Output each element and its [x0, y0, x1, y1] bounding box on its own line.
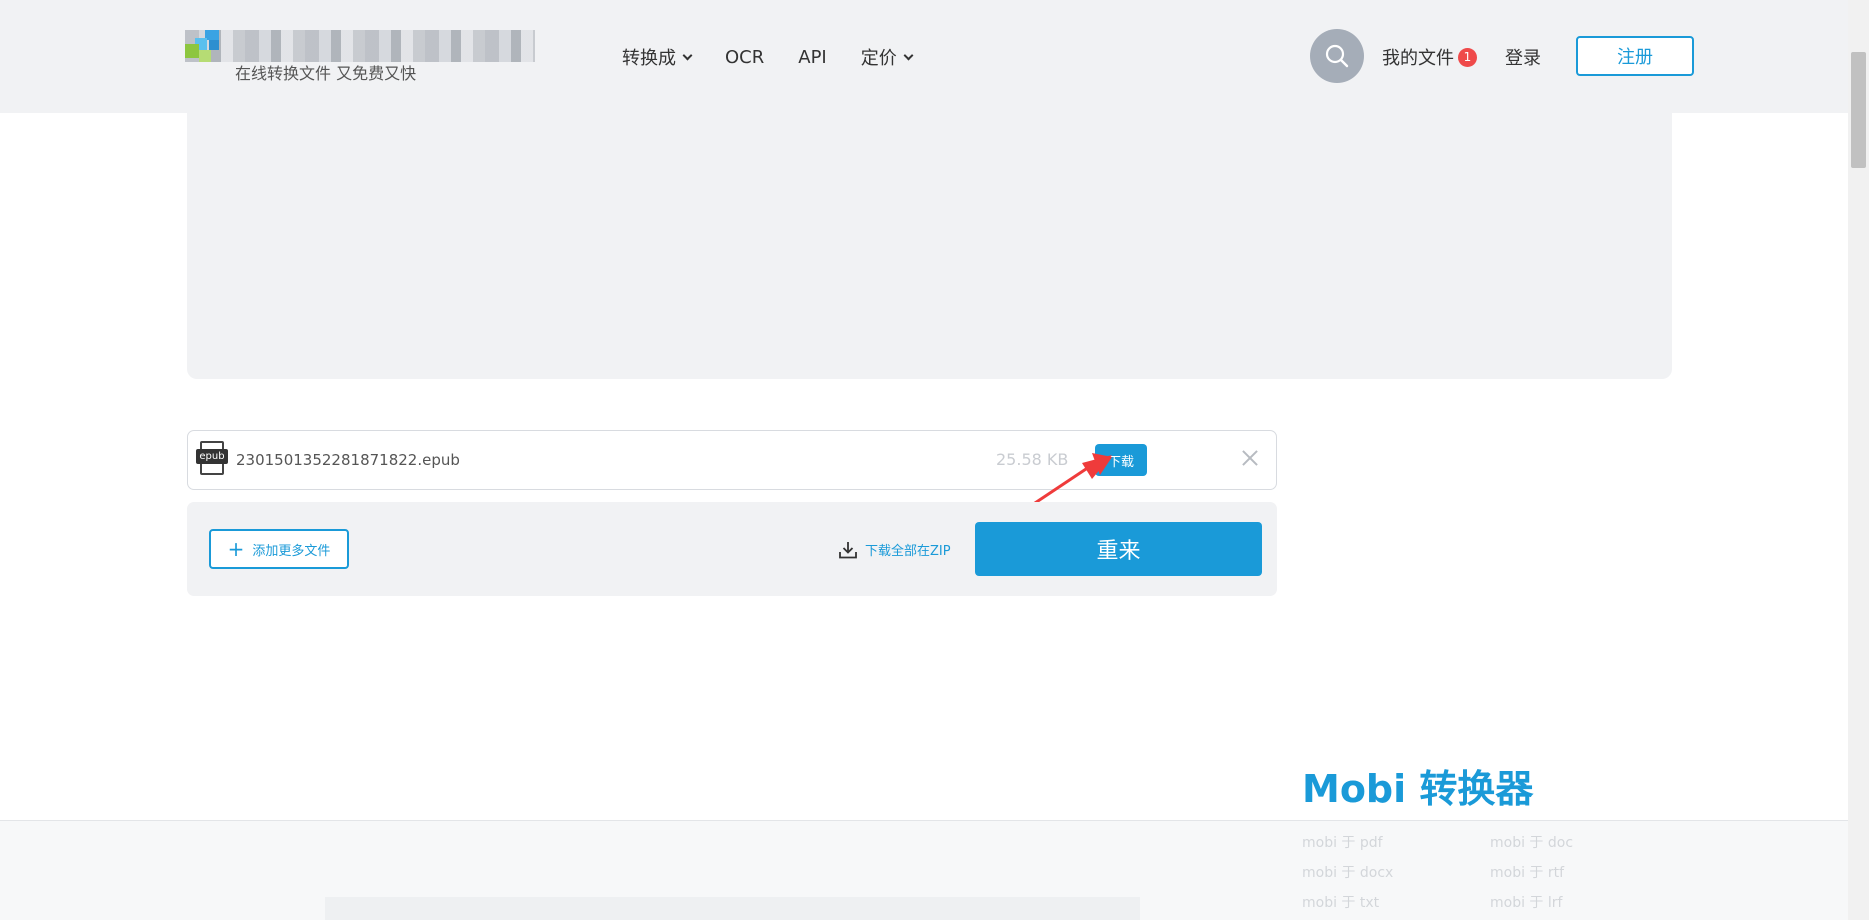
chevron-down-icon	[682, 50, 693, 60]
remove-file-icon[interactable]	[1239, 447, 1261, 469]
download-zip-label: 下载全部在ZIP	[865, 544, 951, 559]
upload-drop-area[interactable]	[187, 113, 1672, 379]
restart-button[interactable]: 重来	[975, 522, 1262, 576]
converter-link[interactable]: mobi 于 docx	[1302, 862, 1393, 882]
logo-icon	[185, 30, 230, 70]
download-zip-link[interactable]: 下载全部在ZIP	[839, 540, 951, 559]
chevron-down-icon	[903, 50, 914, 60]
page-scrollbar[interactable]	[1848, 0, 1869, 920]
nav-convert-to-label: 转换成	[622, 48, 676, 69]
add-more-files-button[interactable]: + 添加更多文件	[209, 529, 349, 569]
epub-file-icon: epub	[196, 441, 228, 477]
footer-strip	[325, 897, 1140, 920]
converter-link[interactable]: mobi 于 rtf	[1490, 862, 1564, 882]
logo-tagline: 在线转换文件 又免费又快	[235, 64, 417, 83]
nav-api-label: API	[798, 46, 827, 68]
logo-blurred-wordmark	[185, 30, 535, 62]
converter-link[interactable]: mobi 于 txt	[1302, 892, 1379, 912]
converter-link[interactable]: mobi 于 doc	[1490, 832, 1573, 852]
search-icon	[1325, 44, 1349, 68]
login-link[interactable]: 登录	[1505, 44, 1541, 70]
download-icon	[839, 541, 857, 558]
nav-convert-to[interactable]: 转换成	[622, 44, 693, 70]
scrollbar-thumb[interactable]	[1851, 52, 1866, 168]
site-logo[interactable]: 在线转换文件 又免费又快	[185, 30, 535, 83]
main-nav: 转换成 OCR API 定价	[622, 44, 946, 70]
nav-pricing[interactable]: 定价	[860, 44, 914, 70]
nav-ocr[interactable]: OCR	[725, 47, 764, 68]
file-name: 2301501352281871822.epub	[236, 451, 460, 469]
my-files-count-badge: 1	[1458, 47, 1477, 67]
nav-ocr-label: OCR	[725, 46, 765, 68]
converter-link[interactable]: mobi 于 pdf	[1302, 832, 1383, 852]
nav-api[interactable]: API	[798, 47, 826, 68]
nav-pricing-label: 定价	[860, 48, 897, 69]
file-type-tag: epub	[196, 449, 228, 464]
add-more-files-label: 添加更多文件	[252, 543, 331, 559]
my-files-link[interactable]: 我的文件 1	[1382, 44, 1477, 70]
action-bar: + 添加更多文件 下载全部在ZIP 重来	[187, 502, 1277, 596]
site-header: 在线转换文件 又免费又快 转换成 OCR API 定价 我的文件 1 登录 注册	[0, 0, 1848, 113]
register-button[interactable]: 注册	[1576, 36, 1694, 76]
my-files-label: 我的文件	[1382, 48, 1454, 69]
plus-icon: +	[227, 537, 245, 561]
search-button[interactable]	[1310, 29, 1364, 83]
converter-link[interactable]: mobi 于 lrf	[1490, 892, 1562, 912]
converter-title: Mobi 转换器	[1302, 767, 1534, 811]
